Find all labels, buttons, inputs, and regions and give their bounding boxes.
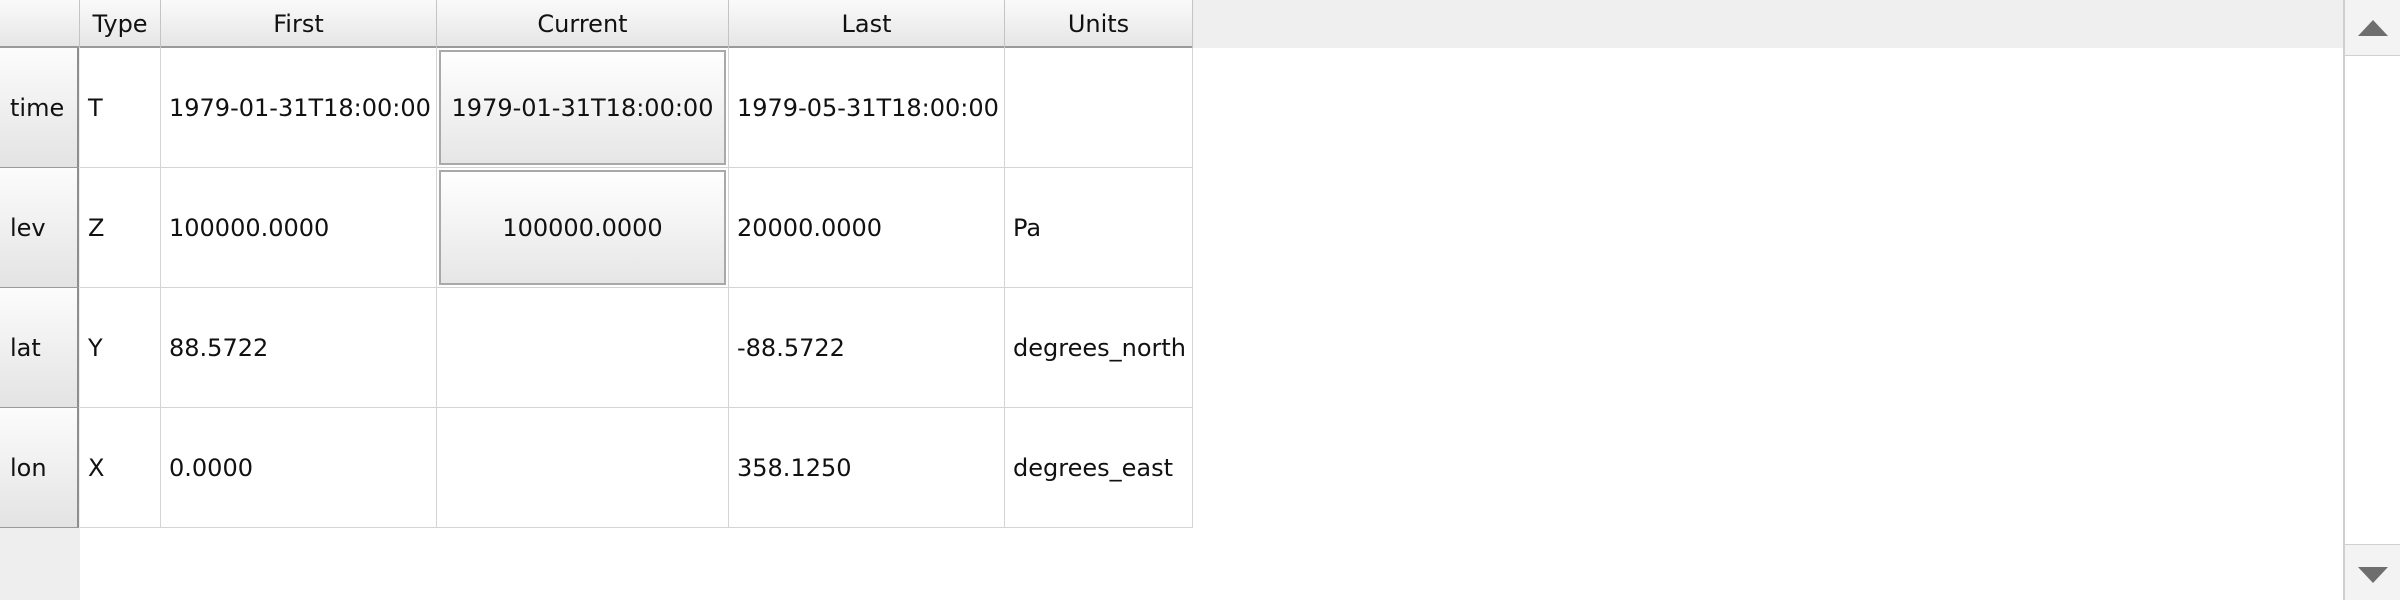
cell-type: X [80,408,161,528]
cell-current[interactable] [437,288,729,408]
cell-units: degrees_north [1005,288,1193,408]
cell-last: -88.5722 [729,288,1005,408]
table-header: Type First Current Last Units [0,0,1193,48]
cell-last: 20000.0000 [729,168,1005,288]
vertical-scrollbar[interactable] [2343,0,2400,600]
row-header-time[interactable]: time [0,48,79,168]
row-header-lon[interactable]: lon [0,408,79,528]
cell-current[interactable] [437,408,729,528]
triangle-down-icon [2358,567,2388,583]
current-value-button-lev[interactable]: 100000.0000 [439,170,726,285]
row-header-lev[interactable]: lev [0,168,79,288]
cell-first: 1979-01-31T18:00:00 [161,48,437,168]
cell-first: 0.0000 [161,408,437,528]
column-header-type[interactable]: Type [80,0,161,48]
column-header-units[interactable]: Units [1005,0,1193,48]
triangle-up-icon [2358,20,2388,36]
current-value-button-time[interactable]: 1979-01-31T18:00:00 [439,50,726,165]
header-filler [1193,0,2343,48]
cell-units [1005,48,1193,168]
column-header-first[interactable]: First [161,0,437,48]
corner-header [0,0,80,48]
cell-type: Y [80,288,161,408]
scroll-up-button[interactable] [2345,0,2400,56]
table-row-lat: lat Y 88.5722 -88.5722 degrees_north [0,288,1193,408]
cell-first: 100000.0000 [161,168,437,288]
row-header-lat[interactable]: lat [0,288,79,408]
table-row-lev: lev Z 100000.0000 100000.0000 20000.0000… [0,168,1193,288]
cell-last: 1979-05-31T18:00:00 [729,48,1005,168]
cell-first: 88.5722 [161,288,437,408]
scrollbar-track[interactable] [2345,56,2400,544]
cell-type: T [80,48,161,168]
table-row-lon: lon X 0.0000 358.1250 degrees_east [0,408,1193,528]
cell-last: 358.1250 [729,408,1005,528]
column-header-current[interactable]: Current [437,0,729,48]
table-row-time: time T 1979-01-31T18:00:00 1979-01-31T18… [0,48,1193,168]
cell-current: 100000.0000 [437,168,729,288]
cell-current: 1979-01-31T18:00:00 [437,48,729,168]
scroll-down-button[interactable] [2345,544,2400,600]
column-header-last[interactable]: Last [729,0,1005,48]
cell-units: Pa [1005,168,1193,288]
cell-units: degrees_east [1005,408,1193,528]
cell-type: Z [80,168,161,288]
